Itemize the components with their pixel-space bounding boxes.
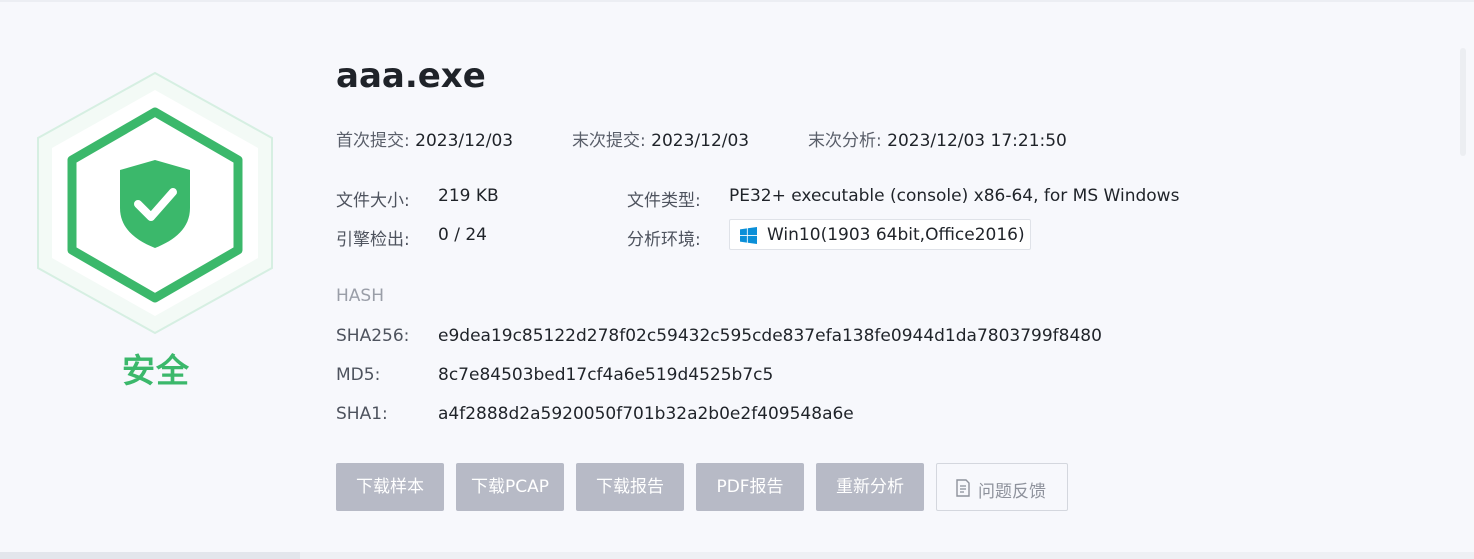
sha1-value-wrap: a4f2888d2a5920050f701b32a2b0e2f409548a6e bbox=[438, 404, 854, 424]
last-analysis: 末次分析: 2023/12/03 17:21:50 bbox=[808, 126, 1067, 151]
file-type-label: 文件类型: bbox=[627, 191, 701, 211]
sha256-value: e9dea19c85122d278f02c59432c595cde837efa1… bbox=[438, 326, 1102, 346]
sha256-label: SHA256: bbox=[336, 326, 410, 346]
analysis-env-tag[interactable]: Win10(1903 64bit,Office2016) bbox=[729, 219, 1031, 250]
last-analysis-label: 末次分析: bbox=[808, 131, 882, 151]
engine-detect-label: 引擎检出: bbox=[336, 230, 410, 250]
file-size-row: 文件大小: bbox=[336, 186, 410, 211]
file-size-label: 文件大小: bbox=[336, 191, 410, 211]
file-type-row: 文件类型: bbox=[627, 186, 701, 211]
analysis-env-row: 分析环境: bbox=[627, 225, 701, 250]
download-sample-button[interactable]: 下载样本 bbox=[336, 463, 444, 511]
pdf-report-button[interactable]: PDF报告 bbox=[696, 463, 804, 511]
reanalyze-button[interactable]: 重新分析 bbox=[816, 463, 924, 511]
top-divider bbox=[0, 0, 1474, 2]
md5-label: MD5: bbox=[336, 365, 381, 385]
engine-detect-row: 引擎检出: bbox=[336, 225, 410, 250]
scrollbar[interactable] bbox=[1460, 48, 1466, 156]
bottom-divider bbox=[0, 552, 1474, 559]
file-name-title: aaa.exe bbox=[336, 56, 486, 96]
file-type-value: PE32+ executable (console) x86-64, for M… bbox=[729, 186, 1180, 206]
sha256-value-wrap: e9dea19c85122d278f02c59432c595cde837efa1… bbox=[438, 326, 1102, 346]
md5-value-wrap: 8c7e84503bed17cf4a6e519d4525b7c5 bbox=[438, 365, 773, 385]
windows-logo-icon bbox=[740, 227, 757, 244]
sha1-value: a4f2888d2a5920050f701b32a2b0e2f409548a6e bbox=[438, 404, 854, 424]
hash-section-title: HASH bbox=[336, 286, 384, 306]
last-submit-value: 2023/12/03 bbox=[651, 131, 750, 151]
shield-check-icon bbox=[37, 71, 273, 335]
status-label: 安全 bbox=[122, 351, 190, 390]
md5-value: 8c7e84503bed17cf4a6e519d4525b7c5 bbox=[438, 365, 774, 385]
analysis-env-label: 分析环境: bbox=[627, 230, 701, 250]
analysis-env-value: Win10(1903 64bit,Office2016) bbox=[767, 225, 1025, 245]
download-pcap-button[interactable]: 下载PCAP bbox=[456, 463, 564, 511]
download-report-button[interactable]: 下载报告 bbox=[576, 463, 684, 511]
engine-detect-value: 0 / 24 bbox=[438, 225, 487, 245]
last-submit: 末次提交: 2023/12/03 bbox=[572, 126, 749, 151]
last-submit-label: 末次提交: bbox=[572, 131, 646, 151]
sha256-row: SHA256: bbox=[336, 326, 409, 346]
md5-row: MD5: bbox=[336, 365, 380, 385]
file-size-value-wrap: 219 KB bbox=[438, 186, 499, 206]
file-size-value: 219 KB bbox=[438, 186, 499, 206]
feedback-label: 问题反馈 bbox=[978, 482, 1046, 502]
feedback-button[interactable]: 问题反馈 bbox=[936, 463, 1068, 511]
first-submit-label: 首次提交: bbox=[336, 131, 410, 151]
engine-detect-value-wrap: 0 / 24 bbox=[438, 225, 487, 245]
last-analysis-value: 2023/12/03 17:21:50 bbox=[887, 131, 1067, 151]
first-submit: 首次提交: 2023/12/03 bbox=[336, 126, 513, 151]
sha1-row: SHA1: bbox=[336, 404, 388, 424]
first-submit-value: 2023/12/03 bbox=[415, 131, 514, 151]
sha1-label: SHA1: bbox=[336, 404, 388, 424]
document-edit-icon bbox=[956, 479, 970, 497]
file-type-value-wrap: PE32+ executable (console) x86-64, for M… bbox=[729, 186, 1179, 206]
